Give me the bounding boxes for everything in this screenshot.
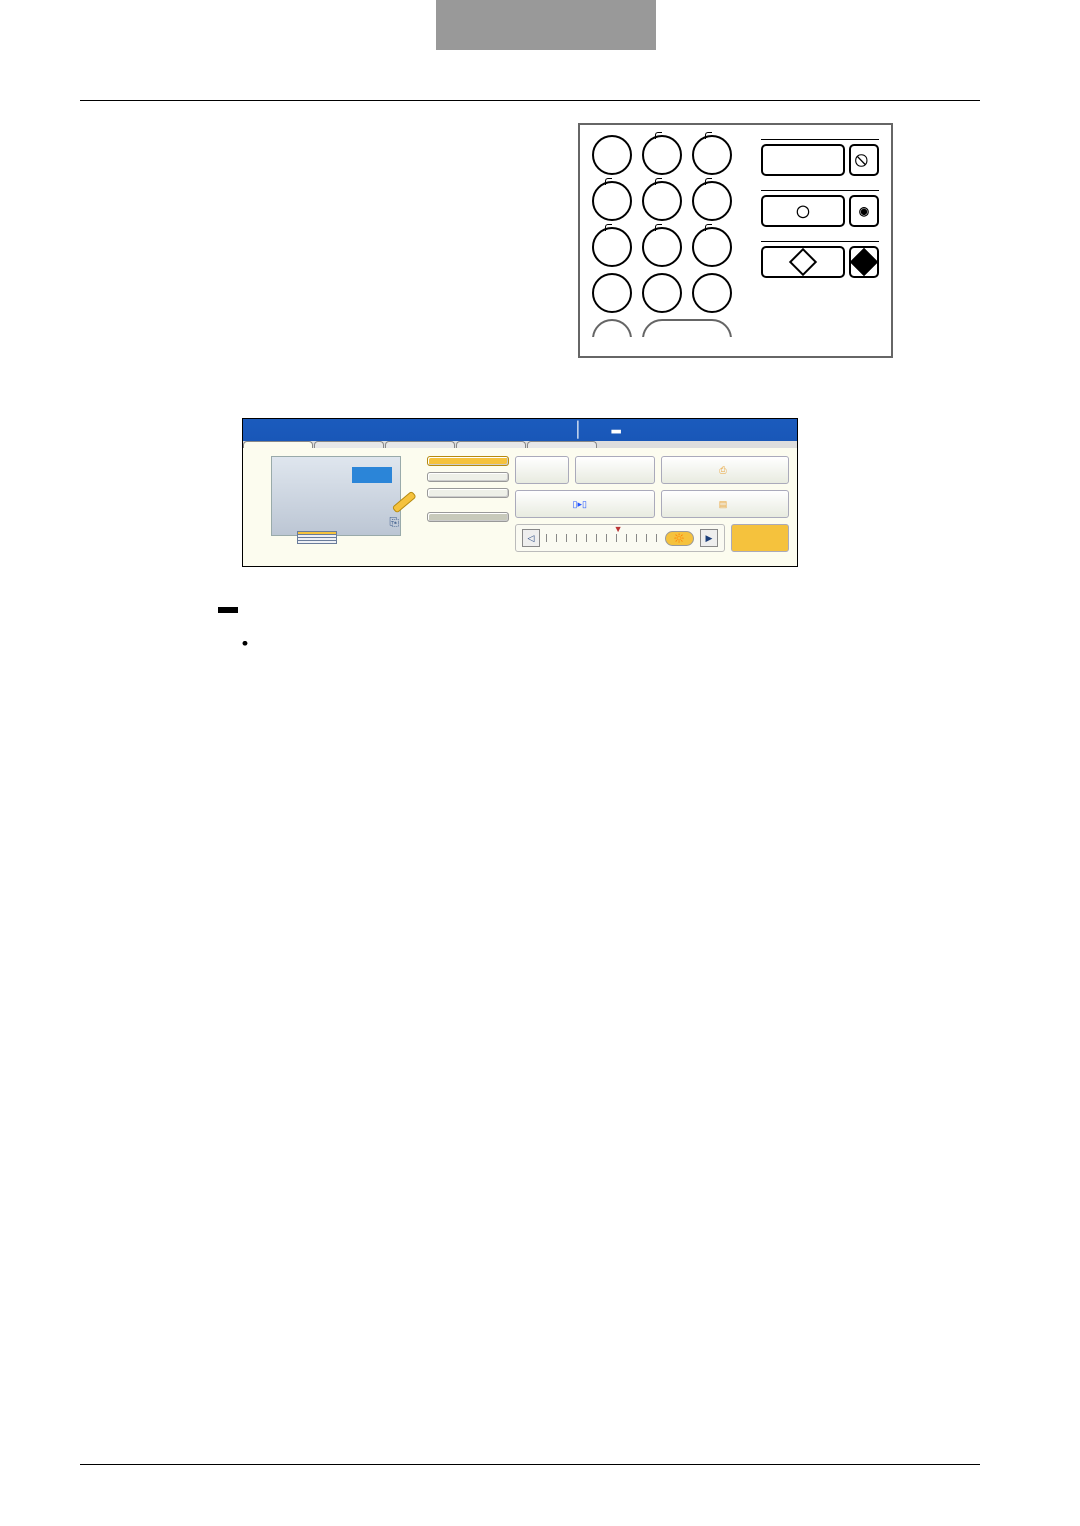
key-partial-2 <box>642 319 732 337</box>
key-2[interactable] <box>642 135 682 175</box>
tips-label <box>218 607 238 613</box>
printer-preview: ⎘ <box>251 456 421 540</box>
key-partial-1 <box>592 319 632 337</box>
sort-icon: ⎙ <box>719 465 726 476</box>
tab-image[interactable] <box>314 441 384 448</box>
start-indicator <box>849 246 879 278</box>
mode-black[interactable] <box>427 472 509 482</box>
header-tab-placeholder <box>436 0 656 50</box>
key-5[interactable] <box>642 181 682 221</box>
simplex-icon: ▯▸▯ <box>573 499 587 510</box>
opt-text-photo[interactable]: ▤ <box>661 490 789 518</box>
keypad <box>592 135 757 343</box>
opt-proof-copy[interactable] <box>731 524 789 552</box>
page-footer <box>80 1464 980 1496</box>
density-auto[interactable]: 🔆 <box>665 531 694 546</box>
density-decrease[interactable]: ◁ <box>522 529 540 547</box>
fc-button[interactable] <box>761 144 845 176</box>
key-6[interactable] <box>692 181 732 221</box>
opt-simplex[interactable]: ▯▸▯ <box>515 490 655 518</box>
start-diamond-fill-icon <box>850 248 878 276</box>
step-1: ⃠ ◯ ◉ <box>170 123 980 358</box>
key-8[interactable] <box>642 227 682 267</box>
tab-efiling[interactable] <box>456 441 526 448</box>
stop-button[interactable]: ◯ <box>761 195 845 227</box>
key-star[interactable] <box>592 273 632 313</box>
tab-settings[interactable] <box>527 441 597 448</box>
top-rule <box>80 100 980 101</box>
touch-panel-body: ⎘ ⎙ ▯▸▯ ▤ <box>243 448 797 566</box>
touch-panel-figure: │ ▬ <box>242 418 798 567</box>
mode-full-colour[interactable] <box>427 456 509 466</box>
key-1[interactable] <box>592 135 632 175</box>
opt-sort[interactable]: ⎙ <box>661 456 789 484</box>
paper-b4[interactable] <box>297 540 337 544</box>
printer-icon <box>271 456 401 536</box>
density-increase[interactable]: ▶ <box>700 529 718 547</box>
function-buttons: ⃠ ◯ ◉ <box>761 135 879 278</box>
key-0[interactable] <box>642 273 682 313</box>
paper-size-list <box>297 532 337 544</box>
stop-label <box>761 186 879 191</box>
fc-clear-button[interactable]: ⃠ <box>849 144 879 176</box>
tab-edit[interactable] <box>385 441 455 448</box>
stop-indicator: ◉ <box>849 195 879 227</box>
touch-panel-tabs <box>243 441 797 448</box>
opt-orig-copy[interactable] <box>575 456 655 484</box>
start-diamond-icon <box>789 248 817 276</box>
start-button[interactable] <box>761 246 845 278</box>
key-4[interactable] <box>592 181 632 221</box>
mode-memory-clear[interactable] <box>427 512 509 522</box>
mode-auto-colour[interactable] <box>427 488 509 498</box>
density-scale <box>546 534 659 542</box>
tab-basic[interactable] <box>243 441 313 448</box>
opt-zoom[interactable] <box>515 456 569 484</box>
density-control: ◁ 🔆 ▶ <box>515 524 725 552</box>
eject-icon: ⎘ <box>389 516 399 530</box>
control-panel-figure: ⃠ ◯ ◉ <box>578 123 893 358</box>
key-9[interactable] <box>692 227 732 267</box>
start-label <box>761 237 879 242</box>
function-clear-label <box>761 135 879 140</box>
touch-panel-status: │ ▬ <box>243 419 797 441</box>
key-3[interactable] <box>692 135 732 175</box>
key-7[interactable] <box>592 227 632 267</box>
text-photo-icon: ▤ <box>719 499 728 510</box>
key-hash[interactable] <box>692 273 732 313</box>
